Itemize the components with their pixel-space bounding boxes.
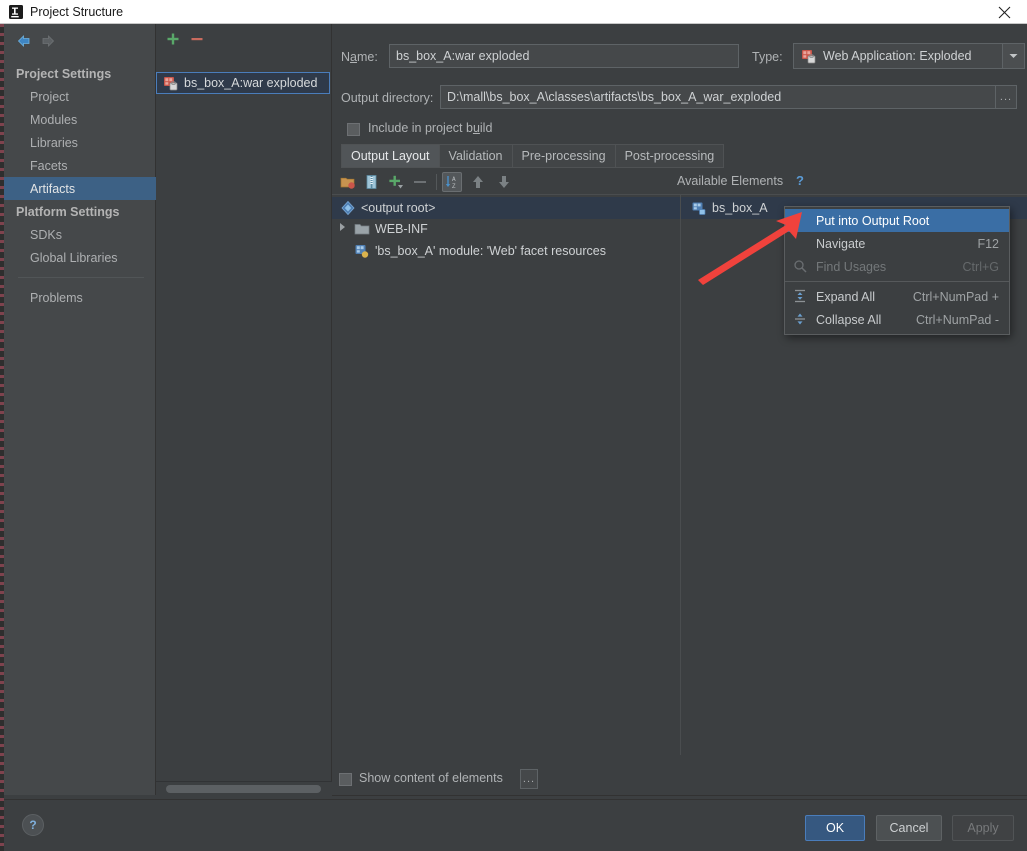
menu-item-put-into-output-root[interactable]: Put into Output Root — [785, 209, 1009, 232]
folder-icon — [354, 221, 370, 237]
title-bar: Project Structure — [0, 0, 1027, 24]
tab-output-layout[interactable]: Output Layout — [341, 144, 440, 168]
find-usages-icon — [793, 259, 809, 275]
type-dropdown[interactable]: Web Application: Exploded — [793, 43, 1025, 69]
remove-icon — [410, 172, 430, 192]
menu-blank-icon — [793, 236, 809, 252]
expand-all-icon — [793, 289, 809, 305]
type-dropdown-value: Web Application: Exploded — [823, 49, 972, 63]
output-directory-value: D:\mall\bs_box_A\classes\artifacts\bs_bo… — [447, 90, 782, 104]
sidebar-item-libraries[interactable]: Libraries — [4, 131, 156, 154]
svg-text:A: A — [452, 176, 456, 183]
cancel-button[interactable]: Cancel — [876, 815, 942, 841]
scrollbar-thumb[interactable] — [166, 785, 321, 793]
web-application-icon — [801, 48, 817, 64]
menu-item-expand-all[interactable]: Expand All Ctrl+NumPad + — [785, 285, 1009, 308]
output-directory-input[interactable]: D:\mall\bs_box_A\classes\artifacts\bs_bo… — [440, 85, 997, 109]
web-artifact-icon — [163, 75, 179, 91]
plus-icon[interactable] — [164, 30, 182, 48]
editor-tabs: Output Layout Validation Pre-processing … — [341, 144, 725, 168]
intellij-idea-logo-icon — [9, 5, 23, 19]
available-elements-help-icon[interactable]: ? — [796, 173, 804, 188]
help-button[interactable]: ? — [22, 814, 44, 836]
module-icon — [691, 200, 707, 216]
apply-button: Apply — [952, 815, 1014, 841]
artifacts-horizontal-scrollbar[interactable] — [156, 781, 332, 795]
sidebar-item-sdks[interactable]: SDKs — [4, 223, 156, 246]
output-layout-toolbar: A Z Available Elements ? — [332, 168, 1027, 195]
web-facet-icon — [354, 243, 370, 259]
svg-text:Z: Z — [452, 183, 456, 190]
create-directory-icon[interactable] — [338, 172, 358, 192]
sidebar-item-problems[interactable]: Problems — [4, 286, 156, 309]
tree-row-label: <output root> — [361, 201, 436, 215]
menu-item-collapse-all[interactable]: Collapse All Ctrl+NumPad - — [785, 308, 1009, 331]
sidebar-item-modules[interactable]: Modules — [4, 108, 156, 131]
sidebar-divider — [18, 277, 144, 278]
tab-validation[interactable]: Validation — [439, 144, 513, 168]
list-item-label: bs_box_A:war exploded — [184, 76, 318, 90]
tree-row-label: 'bs_box_A' module: 'Web' facet resources — [375, 244, 606, 258]
sidebar-item-project[interactable]: Project — [4, 85, 156, 108]
chevron-down-icon[interactable] — [1002, 44, 1024, 68]
window-title: Project Structure — [30, 5, 124, 19]
move-up-icon[interactable] — [468, 172, 488, 192]
collapse-all-icon — [793, 312, 809, 328]
include-in-build-label: Include in project build — [368, 121, 493, 135]
available-elements-label: Available Elements — [677, 174, 784, 188]
sidebar-item-artifacts[interactable]: Artifacts — [4, 177, 156, 200]
menu-item-navigate[interactable]: Navigate F12 — [785, 232, 1009, 255]
minus-icon[interactable] — [188, 30, 206, 48]
dialog-footer: ? OK Cancel Apply — [4, 799, 1027, 851]
output-directory-label: Output directory: — [341, 91, 434, 105]
menu-blank-icon — [793, 213, 809, 229]
output-root-icon — [340, 200, 356, 216]
tree-row[interactable]: WEB-INF — [332, 218, 428, 240]
move-down-icon[interactable] — [494, 172, 514, 192]
artifacts-toolbar — [156, 24, 332, 52]
show-content-label: Show content of elements — [359, 771, 503, 785]
settings-sidebar: Project Settings Project Modules Librari… — [4, 24, 156, 795]
project-structure-dialog: Project Structure Project Settings Proje… — [0, 0, 1027, 851]
arrow-right-icon — [40, 33, 56, 49]
tree-row[interactable]: 'bs_box_A' module: 'Web' facet resources — [332, 240, 606, 262]
tree-row-label: WEB-INF — [375, 222, 428, 236]
add-copy-of-icon[interactable] — [386, 172, 406, 192]
menu-divider — [785, 281, 1009, 282]
tree-row-label: bs_box_A — [712, 201, 768, 215]
sidebar-group-platform-settings: Platform Settings — [16, 204, 120, 219]
show-content-checkbox[interactable] — [339, 773, 352, 786]
arrow-left-icon[interactable] — [16, 33, 32, 49]
name-input[interactable]: bs_box_A:war exploded — [389, 44, 739, 68]
type-label: Type: — [752, 50, 783, 64]
toolbar-divider — [436, 174, 437, 190]
sidebar-item-global-libraries[interactable]: Global Libraries — [4, 246, 156, 269]
menu-item-find-usages: Find Usages Ctrl+G — [785, 255, 1009, 278]
artifacts-list-panel: bs_box_A:war exploded — [156, 24, 332, 795]
artifact-editor: Name: bs_box_A:war exploded Type: Web Ap… — [332, 24, 1027, 795]
ok-button[interactable]: OK — [805, 815, 865, 841]
list-item[interactable]: bs_box_A:war exploded — [156, 72, 330, 94]
sort-by-type-icon[interactable]: A Z — [442, 172, 462, 192]
tree-row[interactable]: <output root> — [332, 197, 680, 219]
artifacts-list[interactable]: bs_box_A:war exploded — [156, 52, 332, 767]
include-in-build-checkbox[interactable] — [347, 123, 360, 136]
tab-post-processing[interactable]: Post-processing — [615, 144, 725, 168]
browse-output-directory-button[interactable]: ... — [995, 85, 1017, 109]
sidebar-group-project-settings: Project Settings — [16, 66, 112, 81]
context-menu: Put into Output Root Navigate F12 Find U… — [784, 206, 1010, 335]
show-content-row: Show content of elements ... — [332, 768, 1027, 792]
output-layout-tree[interactable]: <output root> WEB-INF 'bs_box_A' module:… — [332, 195, 680, 755]
show-content-browse-button[interactable]: ... — [520, 769, 538, 789]
close-icon[interactable] — [981, 0, 1027, 24]
create-archive-icon[interactable] — [362, 172, 382, 192]
name-label: Name: — [341, 50, 378, 64]
sidebar-item-facets[interactable]: Facets — [4, 154, 156, 177]
editor-footer-divider — [332, 795, 1027, 796]
sidebar-nav-buttons — [12, 30, 72, 52]
tab-pre-processing[interactable]: Pre-processing — [512, 144, 616, 168]
name-input-value: bs_box_A:war exploded — [396, 49, 530, 63]
